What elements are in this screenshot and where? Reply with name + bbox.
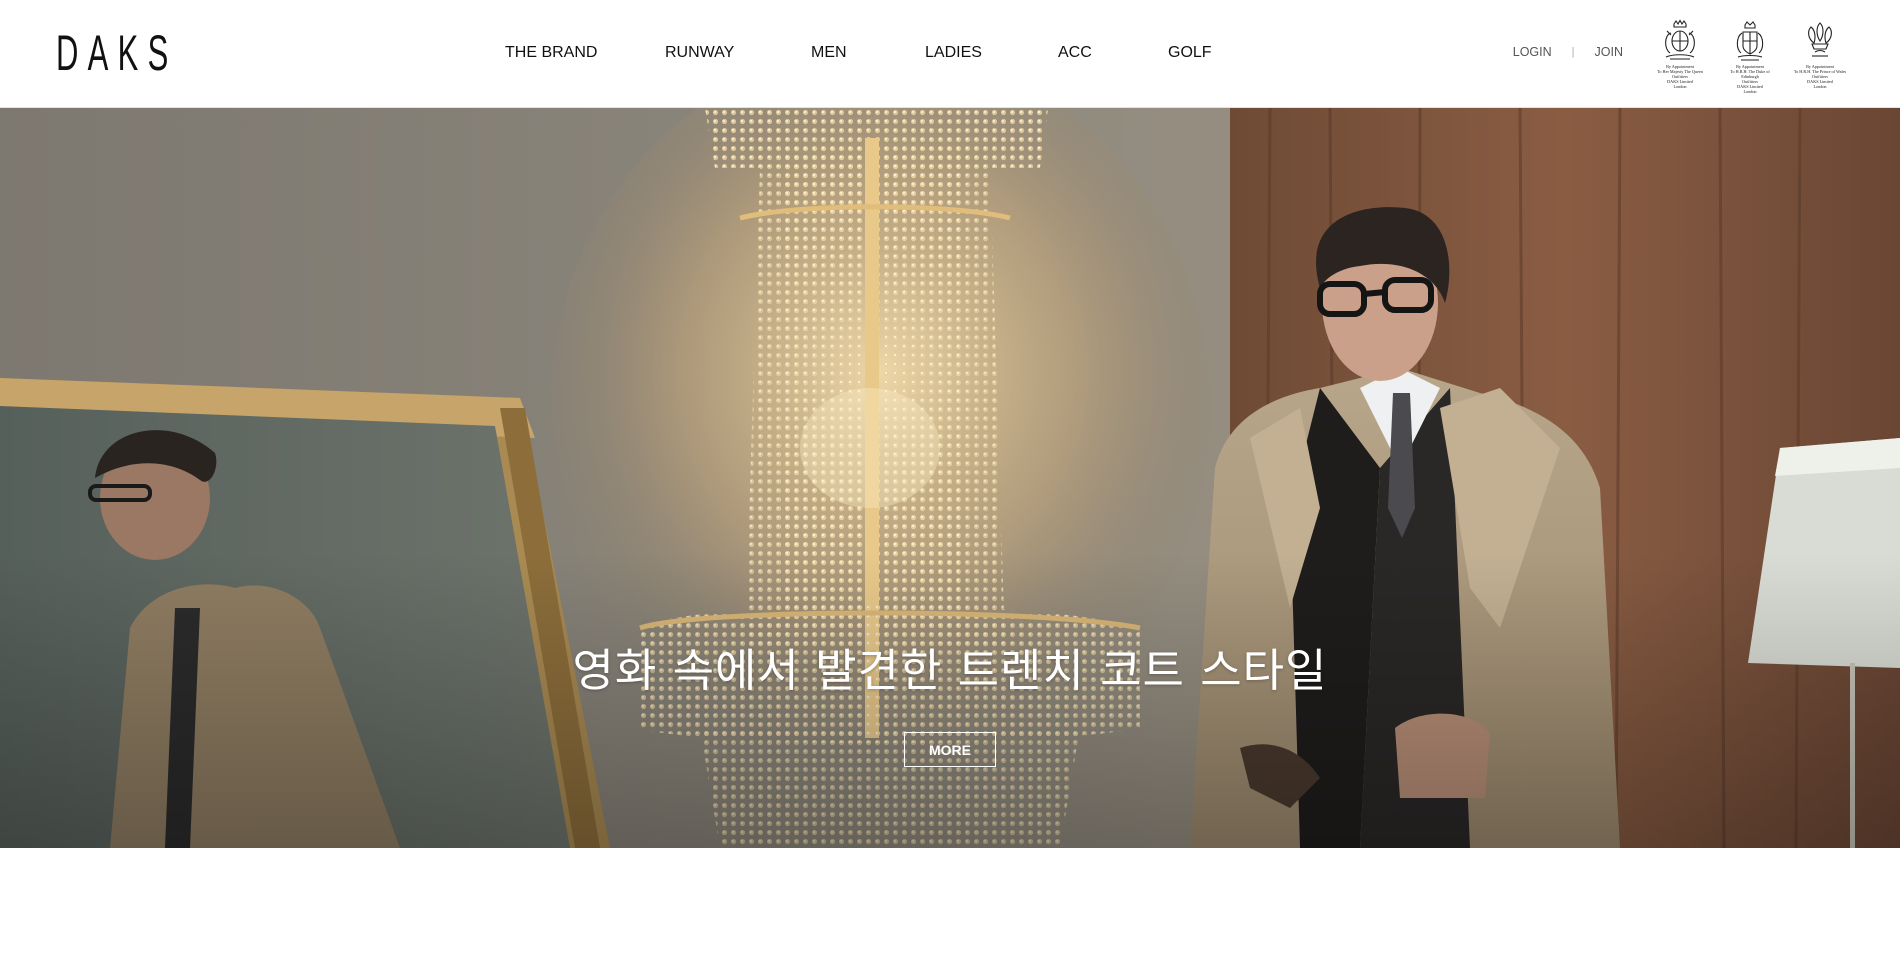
royal-warrant-duke: By Appointment To H.R.H. The Duke of Edi… (1722, 19, 1778, 94)
prince-of-wales-feathers-icon (1808, 22, 1832, 57)
nav-item-acc[interactable]: ACC (1058, 44, 1168, 62)
hero-banner: 영화 속에서 발견한 트렌치 코트 스타일 MORE (0, 108, 1900, 848)
royal-warrants: By Appointment To Her Majesty The Queen … (1652, 19, 1848, 94)
account-links: LOGIN | JOIN (1513, 45, 1623, 59)
main-nav: THE BRAND RUNWAY MEN LADIES ACC GOLF (505, 44, 1228, 62)
nav-item-men[interactable]: MEN (811, 44, 925, 62)
royal-warrant-queen: By Appointment To Her Majesty The Queen … (1652, 19, 1708, 94)
more-button[interactable]: MORE (904, 732, 996, 767)
join-link[interactable]: JOIN (1595, 45, 1623, 59)
warrant-caption-prince: By Appointment To H.R.H. The Prince of W… (1793, 64, 1847, 89)
daks-logo[interactable]: DAKS (56, 28, 178, 78)
nav-item-the-brand[interactable]: THE BRAND (505, 44, 665, 62)
nav-item-runway[interactable]: RUNWAY (665, 44, 811, 62)
warrant-caption-duke: By Appointment To H.R.H. The Duke of Edi… (1730, 64, 1770, 94)
site-header: DAKS THE BRAND RUNWAY MEN LADIES ACC GOL… (0, 0, 1900, 108)
royal-crest-icon (1736, 21, 1764, 61)
login-link[interactable]: LOGIN (1513, 45, 1552, 59)
nav-item-golf[interactable]: GOLF (1168, 44, 1228, 62)
hero-headline: 영화 속에서 발견한 트렌치 코트 스타일 (572, 644, 1328, 697)
royal-crest-icon (1665, 19, 1695, 60)
royal-warrant-prince: By Appointment To H.R.H. The Prince of W… (1792, 19, 1848, 94)
account-separator: | (1571, 46, 1575, 58)
nav-item-ladies[interactable]: LADIES (925, 44, 1058, 62)
warrant-caption-queen: By Appointment To Her Majesty The Queen … (1657, 64, 1703, 89)
